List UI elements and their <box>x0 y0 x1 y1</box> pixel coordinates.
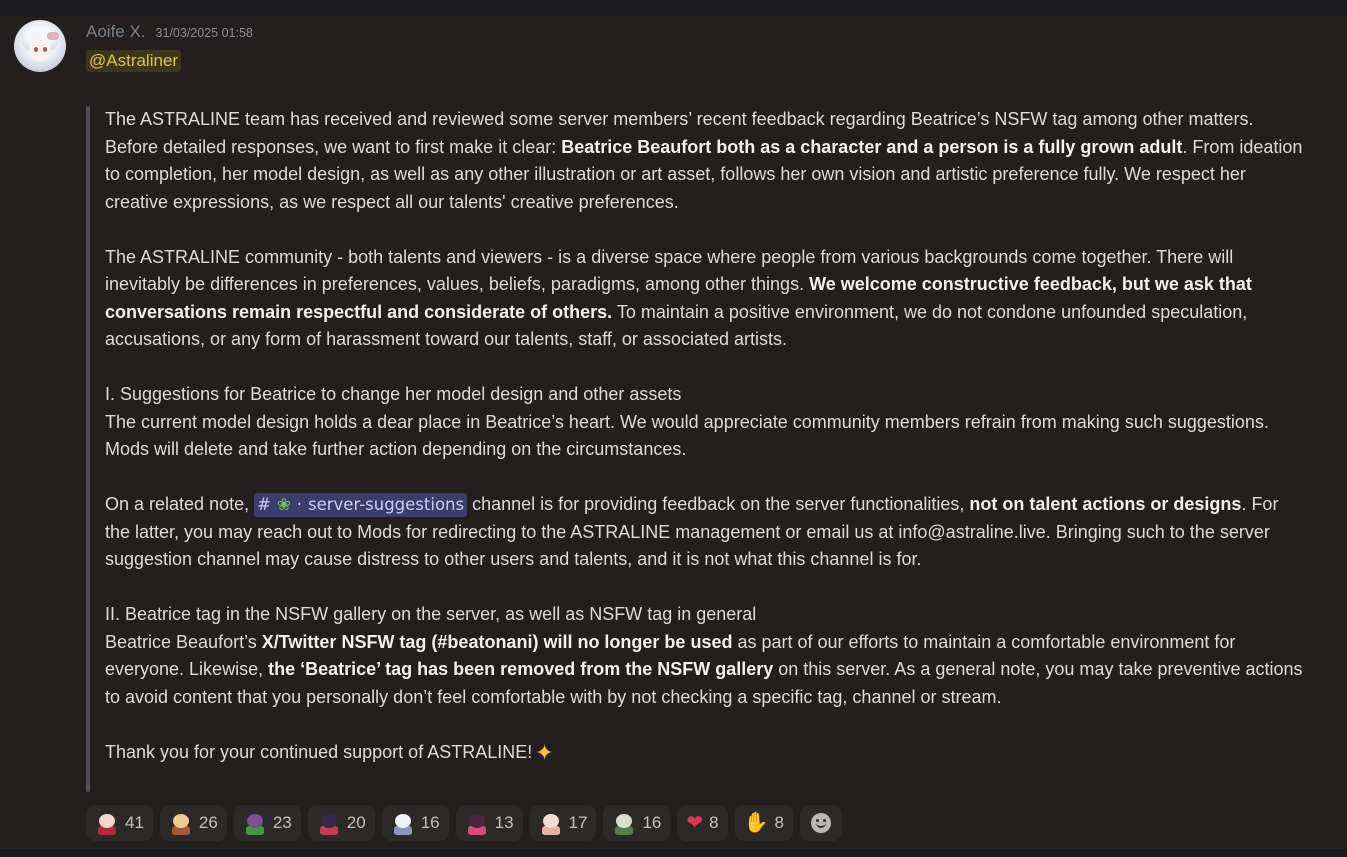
reaction-count: 16 <box>642 813 662 832</box>
top-bar <box>0 0 1347 16</box>
message-body: The ASTRALINE team has received and revi… <box>105 106 1305 794</box>
role-mention[interactable]: @Astraliner <box>86 50 182 72</box>
section-1-body: The current model design holds a dear pl… <box>105 411 1269 460</box>
custom-emoji-icon <box>539 811 563 835</box>
reaction-count: 8 <box>774 813 784 832</box>
paragraph-community: The ASTRALINE community - both talents a… <box>105 246 1252 350</box>
custom-emoji-icon <box>317 811 341 835</box>
custom-emoji-icon <box>612 811 636 835</box>
thumbs-up-icon: ✋ <box>743 812 769 834</box>
reaction-button[interactable]: 13 <box>455 805 523 841</box>
reaction-button-heart[interactable]: ❤ 8 <box>677 805 728 841</box>
reaction-button[interactable]: 17 <box>529 805 597 841</box>
custom-emoji-icon <box>391 811 415 835</box>
section-1: I. Suggestions for Beatrice to change he… <box>105 381 1305 464</box>
channel-mention[interactable]: # ❀ · server-suggestions <box>254 493 468 517</box>
author-username[interactable]: Aoife X. <box>86 22 146 42</box>
hash-icon: # <box>257 495 271 514</box>
custom-emoji-icon <box>169 811 193 835</box>
section-1-heading: I. Suggestions for Beatrice to change he… <box>105 384 682 404</box>
reaction-button[interactable]: 16 <box>381 805 449 841</box>
reaction-count: 26 <box>198 813 218 832</box>
seedling-icon: ❀ <box>276 495 291 514</box>
section-2-heading: II. Beatrice tag in the NSFW gallery on … <box>105 604 757 624</box>
message-header: Aoife X. 31/03/2025 01:58 <box>86 22 253 46</box>
section-2: II. Beatrice tag in the NSFW gallery on … <box>105 604 1303 707</box>
reaction-count: 23 <box>272 813 292 832</box>
reaction-count: 41 <box>125 813 144 832</box>
reaction-button-thumbs-up[interactable]: ✋ 8 <box>734 805 793 841</box>
reaction-count: 20 <box>346 813 366 832</box>
bottom-bar <box>0 849 1347 857</box>
heart-icon: ❤ <box>686 812 704 834</box>
closing-line: Thank you for your continued support of … <box>105 739 554 765</box>
reaction-button[interactable]: 23 <box>233 805 301 841</box>
reaction-button[interactable]: 16 <box>603 805 671 841</box>
paragraph-related-note: On a related note, # ❀ · server-suggestions… <box>105 493 1279 569</box>
reaction-button[interactable]: 41 <box>86 805 153 841</box>
reaction-button[interactable]: 20 <box>307 805 375 841</box>
reactions-bar: 41 26 23 20 16 13 17 16 ❤ 8 ✋ 8 <box>86 805 842 841</box>
smiley-icon <box>810 813 831 833</box>
message-timestamp: 31/03/2025 01:58 <box>155 26 253 40</box>
custom-emoji-icon <box>95 811 119 835</box>
paragraph-intro: The ASTRALINE team has received and revi… <box>105 109 1303 212</box>
dot-separator-icon: · <box>296 495 303 514</box>
channel-mention-label: server-suggestions <box>308 495 465 514</box>
reaction-count: 8 <box>709 813 719 832</box>
reaction-count: 17 <box>568 813 588 832</box>
reaction-button[interactable]: 26 <box>159 805 227 841</box>
author-avatar[interactable] <box>14 20 66 72</box>
custom-emoji-icon <box>243 811 267 835</box>
add-reaction-button[interactable] <box>799 805 842 841</box>
sparkles-icon: ✦ <box>535 739 554 765</box>
blockquote-bar <box>86 106 90 792</box>
reaction-count: 13 <box>494 813 514 832</box>
custom-emoji-icon <box>465 811 489 835</box>
reaction-count: 16 <box>420 813 440 832</box>
